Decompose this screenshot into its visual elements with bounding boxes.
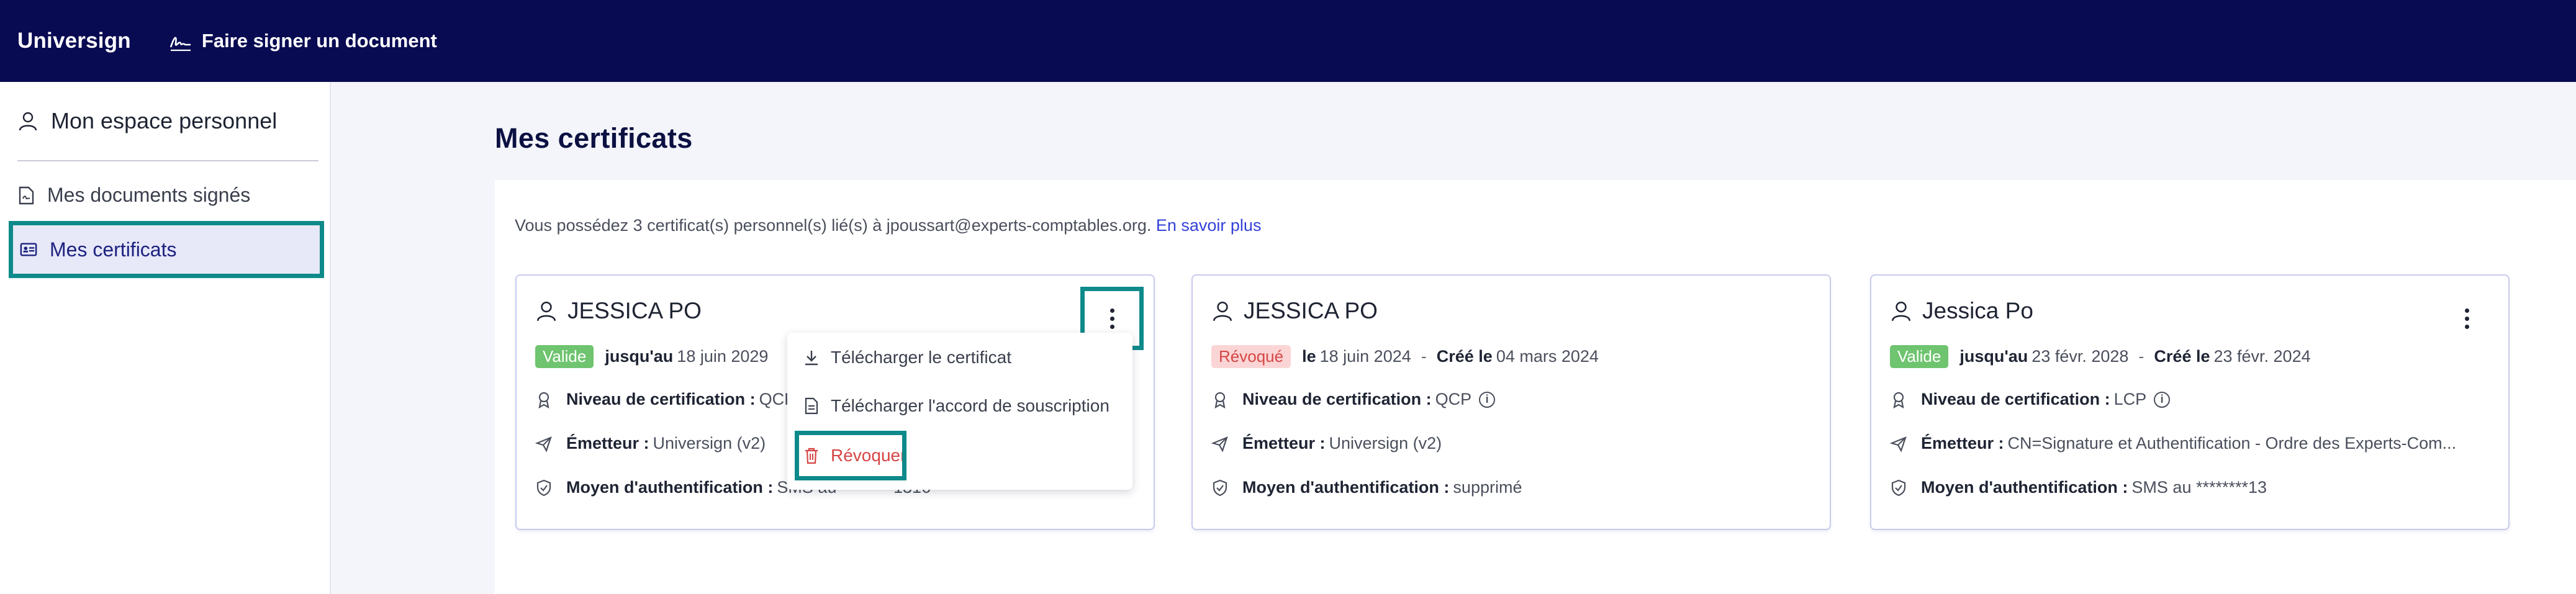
separator: -	[1421, 347, 1427, 366]
download-agreement-item[interactable]: Télécharger l'accord de souscription	[803, 396, 1109, 416]
document-icon	[19, 186, 34, 204]
sidebar-item-certificates[interactable]: Mes certificats	[9, 221, 324, 278]
kebab-icon	[1109, 308, 1114, 329]
send-icon	[535, 436, 552, 452]
level-label: Niveau de certification :	[1921, 390, 2110, 408]
certificate-validity: Valide jusqu'au 23 févr. 2028 - Créé le …	[1890, 345, 2311, 368]
sidebar-item-signed-documents[interactable]: Mes documents signés	[17, 184, 250, 207]
issuer-label: Émetteur :	[1921, 434, 2004, 452]
status-badge: Valide	[535, 345, 594, 368]
user-icon	[536, 301, 556, 322]
created-date: 04 mars 2024	[1496, 347, 1599, 366]
certificate-issuer: Émetteur : CN=Signature et Authentificat…	[1890, 434, 2456, 453]
document-icon	[805, 397, 818, 415]
menu-item-label: Télécharger le certificat	[831, 348, 1012, 367]
menu-item-label: Télécharger l'accord de souscription	[831, 396, 1109, 415]
certificate-card: Jessica Po Valide jusqu'au 23 févr. 2028…	[1870, 274, 2510, 530]
user-icon	[1213, 301, 1232, 322]
certification-level: Niveau de certification : LCP i	[1890, 390, 2171, 409]
auth-label: Moyen d'authentification :	[1242, 478, 1450, 497]
certificate-validity: Valide jusqu'au 18 juin 2029	[535, 345, 768, 368]
certification-level: Niveau de certification : QCP i	[1211, 390, 1496, 409]
sign-document-link[interactable]: Faire signer un document	[168, 30, 437, 52]
expiry-date: 23 févr. 2028	[2031, 347, 2129, 366]
revocation-date: 18 juin 2024	[1319, 347, 1411, 366]
separator: -	[2138, 347, 2144, 366]
more-options-button[interactable]	[2435, 287, 2498, 350]
until-label: jusqu'au	[605, 347, 674, 366]
award-icon	[538, 392, 549, 408]
award-icon	[1214, 392, 1226, 408]
certificate-card: JESSICA PO Révoqué le 18 juin 2024 - Cré…	[1191, 274, 1831, 530]
certificate-options-menu: Télécharger le certificat Télécharger l'…	[787, 333, 1132, 490]
card-title: JESSICA PO	[1211, 298, 1378, 324]
authentication-method: Moyen d'authentification : SMS au ******…	[1890, 478, 2267, 497]
id-card-icon	[20, 243, 37, 256]
sidebar: Mon espace personnel Mes documents signé…	[0, 82, 331, 594]
certificate-issuer: Émetteur : Universign (v2)	[535, 434, 766, 453]
download-icon	[805, 351, 818, 366]
sidebar-item-label: Mes documents signés	[47, 184, 251, 206]
certificate-holder-name: JESSICA PO	[1244, 298, 1378, 323]
until-label: jusqu'au	[1959, 347, 2028, 366]
authentication-method: Moyen d'authentification : supprimé	[1211, 478, 1522, 497]
issuer-value: Universign (v2)	[1329, 434, 1442, 452]
level-value: QCP	[1435, 390, 1472, 408]
menu-item-label: Révoquer	[831, 446, 906, 465]
card-title: Jessica Po	[1890, 298, 2033, 324]
status-badge: Valide	[1890, 345, 1949, 368]
created-date: 23 févr. 2024	[2213, 347, 2311, 366]
card-title: JESSICA PO	[535, 298, 702, 324]
user-icon	[1891, 301, 1911, 322]
auth-label: Moyen d'authentification :	[566, 478, 774, 497]
certificate-holder-name: Jessica Po	[1922, 298, 2033, 323]
shield-check-icon	[1213, 479, 1227, 496]
brand-logo[interactable]: Universign	[17, 29, 131, 53]
sidebar-header: Mon espace personnel	[17, 82, 319, 161]
certificate-holder-name: JESSICA PO	[567, 298, 702, 323]
auth-label: Moyen d'authentification :	[1921, 478, 2128, 497]
certificate-issuer: Émetteur : Universign (v2)	[1211, 434, 1442, 453]
level-label: Niveau de certification :	[566, 390, 756, 408]
signature-icon	[169, 37, 191, 52]
created-label: Créé le	[2154, 347, 2210, 366]
top-navbar: Universign Faire signer un document	[0, 0, 2576, 82]
award-icon	[1893, 392, 1904, 408]
user-icon	[19, 112, 37, 131]
certification-level: Niveau de certification : QCP	[535, 390, 795, 409]
info-text: Vous possédez 3 certificat(s) personnel(…	[515, 216, 1152, 235]
certificates-info: Vous possédez 3 certificat(s) personnel(…	[515, 216, 1261, 235]
page-title: Mes certificats	[495, 122, 693, 154]
send-icon	[1211, 436, 1228, 452]
shield-check-icon	[536, 479, 551, 496]
learn-more-link[interactable]: En savoir plus	[1156, 216, 1262, 235]
info-icon[interactable]: i	[1479, 391, 1496, 408]
issuer-value: Universign (v2)	[653, 434, 766, 452]
level-label: Niveau de certification :	[1242, 390, 1432, 408]
certificate-validity: Révoqué le 18 juin 2024 - Créé le 04 mar…	[1211, 345, 1599, 368]
on-label: le	[1302, 347, 1316, 366]
expiry-date: 18 juin 2029	[677, 347, 769, 366]
shield-check-icon	[1891, 479, 1906, 496]
auth-value: supprimé	[1453, 478, 1522, 497]
created-label: Créé le	[1436, 347, 1493, 366]
sidebar-item-label: Mes certificats	[50, 238, 177, 261]
status-badge: Révoqué	[1211, 345, 1291, 368]
issuer-label: Émetteur :	[566, 434, 649, 452]
send-icon	[1890, 436, 1907, 452]
info-icon[interactable]: i	[2154, 391, 2171, 408]
issuer-label: Émetteur :	[1242, 434, 1326, 452]
sidebar-header-label: Mon espace personnel	[51, 108, 278, 133]
level-value: LCP	[2113, 390, 2147, 408]
auth-value: SMS au ********13	[2131, 478, 2267, 497]
revoke-item[interactable]: Révoquer	[795, 431, 906, 480]
download-certificate-item[interactable]: Télécharger le certificat	[803, 348, 1011, 367]
issuer-value: CN=Signature et Authentification - Ordre…	[2007, 434, 2457, 452]
sign-document-label: Faire signer un document	[201, 30, 437, 52]
trash-icon	[805, 448, 818, 464]
kebab-icon	[2464, 308, 2469, 329]
